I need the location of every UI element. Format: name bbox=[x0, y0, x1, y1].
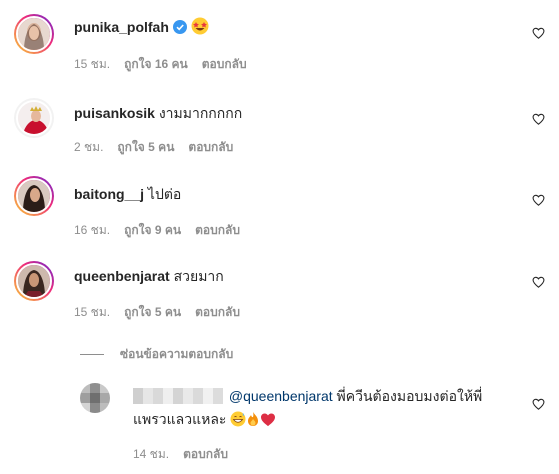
comment-text: สวยมาก bbox=[173, 268, 224, 284]
avatar-image bbox=[18, 102, 50, 134]
comment-likes[interactable]: ถูกใจ 9 คน bbox=[124, 223, 181, 237]
blurred-username[interactable] bbox=[133, 388, 223, 404]
like-heart-icon[interactable] bbox=[532, 276, 545, 288]
mention-link[interactable]: @queenbenjarat bbox=[229, 388, 333, 404]
hide-replies-button[interactable]: ซ่อนข้อความตอบกลับ bbox=[80, 346, 233, 362]
like-heart-icon[interactable] bbox=[532, 113, 545, 125]
red-heart-emoji-icon bbox=[260, 412, 276, 431]
comment-username[interactable]: punika_polfah bbox=[74, 19, 169, 35]
comment-username[interactable]: queenbenjarat bbox=[74, 268, 170, 284]
fire-emoji-icon bbox=[246, 411, 260, 431]
comment-time[interactable]: 15 ชม. bbox=[74, 57, 110, 71]
avatar[interactable] bbox=[14, 176, 54, 216]
hide-replies-label: ซ่อนข้อความตอบกลับ bbox=[120, 347, 234, 361]
divider-line bbox=[80, 354, 104, 356]
avatar[interactable] bbox=[14, 98, 54, 138]
avatar-image bbox=[18, 265, 50, 297]
comment-username[interactable]: puisankosik bbox=[74, 105, 155, 121]
comment-username[interactable]: baitong__j bbox=[74, 186, 144, 202]
comment-time[interactable]: 15 ชม. bbox=[74, 305, 110, 319]
comment-likes[interactable]: ถูกใจ 5 คน bbox=[124, 305, 181, 319]
comment-time[interactable]: 2 ชม. bbox=[74, 140, 103, 154]
comment-text: งามมากกกกก bbox=[158, 105, 243, 121]
reply-text-line2: แพรวแลวแหละ bbox=[133, 411, 227, 427]
blurred-avatar-image bbox=[80, 383, 110, 413]
avatar[interactable] bbox=[80, 383, 110, 413]
reply-text-line1: พี่ควีนต้องมอบมงต่อให้พี่ bbox=[336, 388, 483, 404]
like-heart-icon[interactable] bbox=[532, 398, 545, 410]
like-heart-icon[interactable] bbox=[532, 27, 545, 39]
grinning-sweat-emoji-icon bbox=[230, 411, 246, 431]
reply-button[interactable]: ตอบกลับ bbox=[183, 447, 228, 461]
like-heart-icon[interactable] bbox=[532, 194, 545, 206]
comment-time[interactable]: 16 ชม. bbox=[74, 223, 110, 237]
reply-time[interactable]: 14 ชม. bbox=[133, 447, 169, 461]
avatar-image bbox=[18, 18, 50, 50]
avatar[interactable] bbox=[14, 261, 54, 301]
star-struck-emoji-icon bbox=[191, 17, 209, 39]
avatar-image bbox=[18, 180, 50, 212]
avatar[interactable] bbox=[14, 14, 54, 54]
reply-button[interactable]: ตอบกลับ bbox=[202, 57, 247, 71]
reply-button[interactable]: ตอบกลับ bbox=[188, 140, 233, 154]
comment-likes[interactable]: ถูกใจ 16 คน bbox=[124, 57, 188, 71]
verified-badge-icon bbox=[172, 20, 187, 38]
reply-button[interactable]: ตอบกลับ bbox=[195, 305, 240, 319]
comment-text: ไปต่อ bbox=[147, 186, 182, 202]
reply-button[interactable]: ตอบกลับ bbox=[195, 223, 240, 237]
comment-likes[interactable]: ถูกใจ 5 คน bbox=[117, 140, 174, 154]
